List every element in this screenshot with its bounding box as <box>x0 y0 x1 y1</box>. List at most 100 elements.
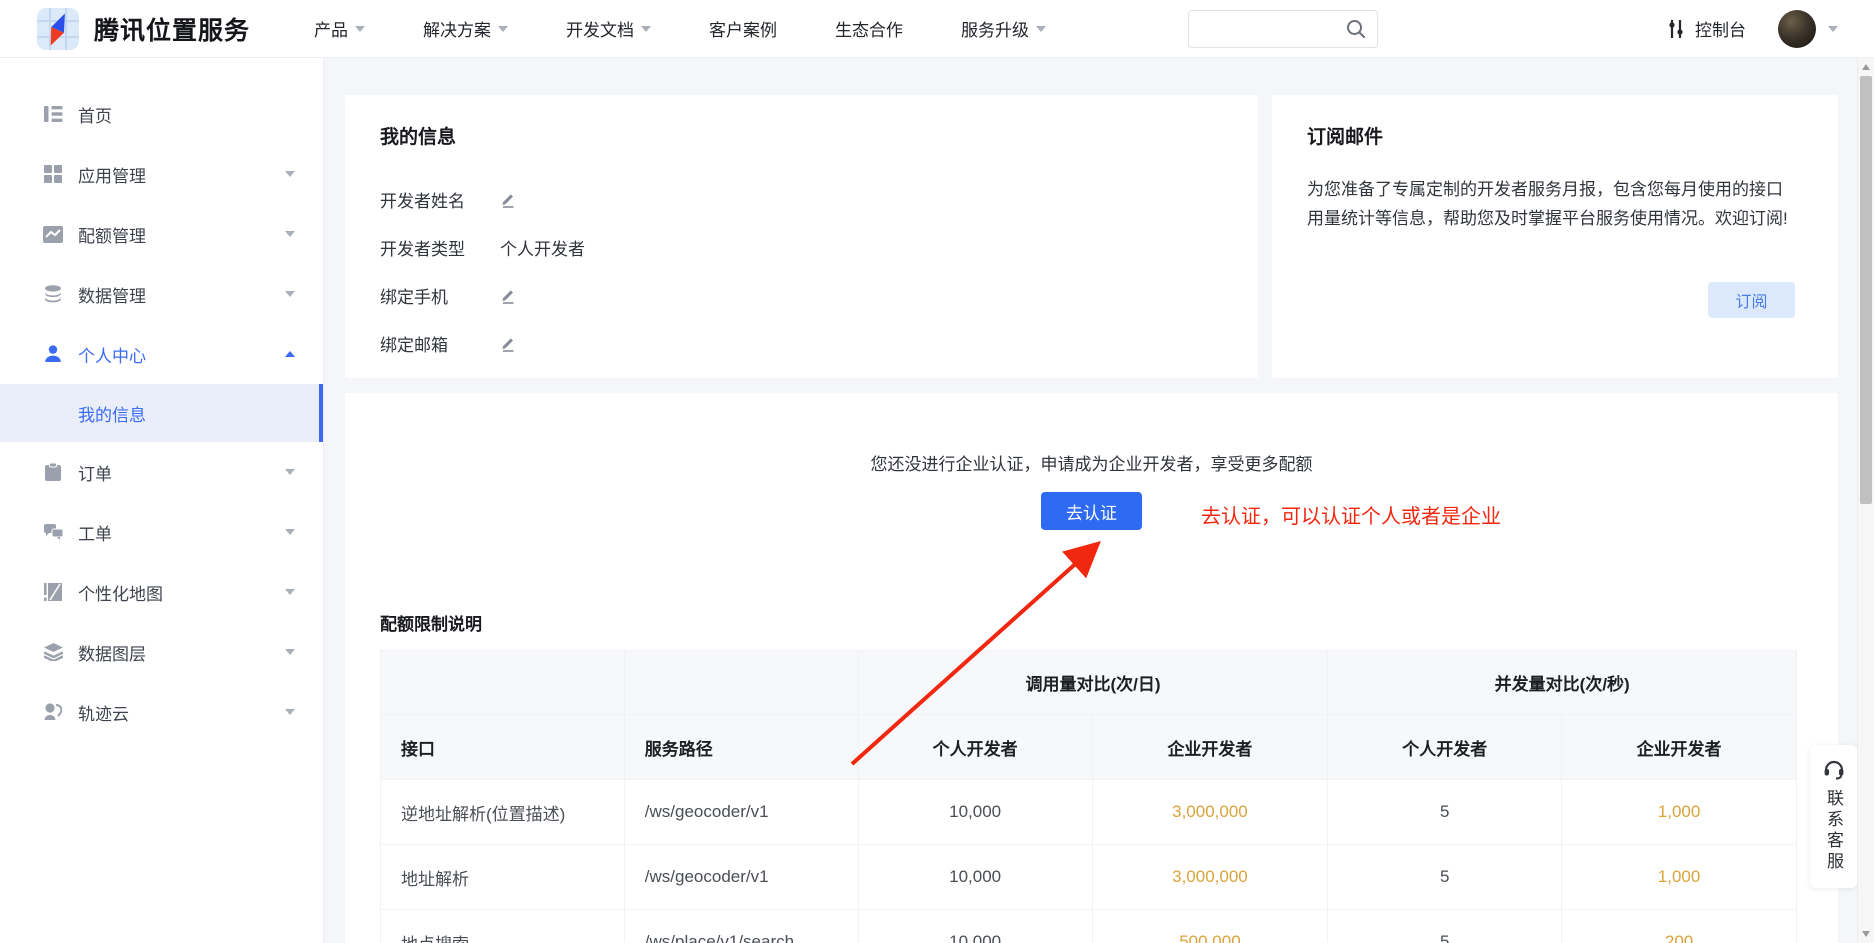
sidebar-item-quota-management[interactable]: 配额管理 <box>0 204 323 264</box>
chevron-down-icon <box>285 529 295 535</box>
compass-logo-icon <box>36 7 80 51</box>
sidebar-item-personal-center[interactable]: 个人中心 <box>0 324 323 384</box>
edit-pencil-icon[interactable] <box>500 335 517 352</box>
sidebar-item-custom-map[interactable]: 个性化地图 <box>0 562 323 622</box>
empty-header-cell <box>381 651 625 715</box>
group-header-calls: 调用量对比(次/日) <box>858 651 1328 715</box>
nav-item-label: 开发文档 <box>566 16 634 41</box>
table-column-header-row: 接口 服务路径 个人开发者 企业开发者 个人开发者 企业开发者 <box>381 715 1797 780</box>
main-content: 我的信息 开发者姓名 开发者类型 个人开发者 绑定手机 <box>324 58 1857 943</box>
console-label: 控制台 <box>1695 16 1746 41</box>
search-input[interactable] <box>1188 10 1378 48</box>
sidebar-item-label: 个性化地图 <box>78 580 285 605</box>
nav-item-cases[interactable]: 客户案例 <box>709 16 777 41</box>
profile-row-bound-phone: 绑定手机 <box>380 271 1223 319</box>
sidebar-item-tickets[interactable]: 工单 <box>0 502 323 562</box>
sidebar-item-data-management[interactable]: 数据管理 <box>0 264 323 324</box>
certification-quota-card: 您还没进行企业认证，申请成为企业开发者，享受更多配额 去认证 去认证，可以认证个… <box>345 393 1838 943</box>
contact-support-widget[interactable]: 联系客服 <box>1810 745 1857 888</box>
cell-personal-calls: 10,000 <box>858 845 1092 910</box>
avatar-chevron-down-icon[interactable] <box>1828 26 1838 32</box>
edit-pencil-icon[interactable] <box>500 191 517 208</box>
chevron-down-icon <box>285 589 295 595</box>
chevron-down-icon <box>285 709 295 715</box>
user-icon <box>43 344 63 364</box>
edit-pencil-icon[interactable] <box>500 287 517 304</box>
cell-enterprise-calls: 3,000,000 <box>1092 780 1328 845</box>
cell-interface: 地点搜索 <box>381 910 625 943</box>
sidebar-item-label: 首页 <box>78 102 295 127</box>
chevron-down-icon <box>285 649 295 655</box>
chevron-down-icon <box>285 171 295 177</box>
table-row: 地址解析 /ws/geocoder/v1 10,000 3,000,000 5 … <box>381 845 1797 910</box>
field-value: 个人开发者 <box>500 235 585 260</box>
chart-icon <box>43 224 63 244</box>
sidebar-item-data-layers[interactable]: 数据图层 <box>0 622 323 682</box>
subscribe-button[interactable]: 订阅 <box>1708 282 1795 318</box>
sidebar: 首页 应用管理 配额管理 数据管理 个人中心 我的信息 订 <box>0 58 324 943</box>
sidebar-item-track-cloud[interactable]: 轨迹云 <box>0 682 323 742</box>
cell-enterprise-concurrency: 1,000 <box>1562 780 1797 845</box>
cell-personal-concurrency: 5 <box>1328 910 1562 943</box>
col-header-enterprise-dev: 企业开发者 <box>1092 715 1328 780</box>
layers-icon <box>43 642 63 662</box>
scrollbar-thumb[interactable] <box>1860 76 1872 504</box>
nav-item-products[interactable]: 产品 <box>314 16 365 41</box>
col-header-enterprise-dev: 企业开发者 <box>1562 715 1797 780</box>
vertical-scrollbar[interactable] <box>1857 58 1874 943</box>
cell-personal-calls: 10,000 <box>858 780 1092 845</box>
sidebar-item-label: 订单 <box>78 460 285 485</box>
map-icon <box>43 582 63 602</box>
sliders-icon <box>1666 18 1686 40</box>
chevron-down-icon <box>1036 26 1046 32</box>
scrollbar-up-arrow[interactable] <box>1862 64 1870 70</box>
col-header-interface: 接口 <box>381 715 625 780</box>
chevron-down-icon <box>498 26 508 32</box>
user-avatar[interactable] <box>1778 10 1816 48</box>
field-label: 开发者类型 <box>380 235 500 260</box>
profile-row-developer-type: 开发者类型 个人开发者 <box>380 223 1223 271</box>
sidebar-item-label: 个人中心 <box>78 342 285 367</box>
chevron-down-icon <box>641 26 651 32</box>
subscribe-card-title: 订阅邮件 <box>1307 122 1803 149</box>
field-label: 绑定手机 <box>380 283 500 308</box>
sidebar-item-orders[interactable]: 订单 <box>0 442 323 502</box>
support-label: 联系客服 <box>1821 789 1846 873</box>
go-certify-button[interactable]: 去认证 <box>1041 492 1142 530</box>
cell-enterprise-calls: 500,000 <box>1092 910 1328 943</box>
cell-service-path: /ws/geocoder/v1 <box>624 845 858 910</box>
nav-item-label: 客户案例 <box>709 16 777 41</box>
cell-service-path: /ws/place/v1/search <box>624 910 858 943</box>
brand[interactable]: 腾讯位置服务 <box>36 7 250 51</box>
search-icon <box>1345 18 1367 40</box>
nav-item-docs[interactable]: 开发文档 <box>566 16 651 41</box>
sidebar-item-app-management[interactable]: 应用管理 <box>0 144 323 204</box>
grid-icon <box>43 164 63 184</box>
nav-item-upgrade[interactable]: 服务升级 <box>961 16 1046 41</box>
group-header-concurrency: 并发量对比(次/秒) <box>1328 651 1797 715</box>
sidebar-item-home[interactable]: 首页 <box>0 84 323 144</box>
home-list-icon <box>43 104 63 124</box>
table-row: 地点搜索 /ws/place/v1/search 10,000 500,000 … <box>381 910 1797 943</box>
profile-row-bound-email: 绑定邮箱 <box>380 319 1223 367</box>
table-group-header-row: 调用量对比(次/日) 并发量对比(次/秒) <box>381 651 1797 715</box>
sidebar-item-label: 数据管理 <box>78 282 285 307</box>
chevron-down-icon <box>355 26 365 32</box>
quota-table: 调用量对比(次/日) 并发量对比(次/秒) 接口 服务路径 个人开发者 企业开发… <box>380 650 1797 943</box>
sidebar-subitem-my-info[interactable]: 我的信息 <box>0 384 323 442</box>
sidebar-item-label: 数据图层 <box>78 640 285 665</box>
sidebar-item-label: 工单 <box>78 520 285 545</box>
cell-enterprise-concurrency: 200 <box>1562 910 1797 943</box>
chevron-down-icon <box>285 291 295 297</box>
track-pin-icon <box>43 702 63 722</box>
console-link[interactable]: 控制台 <box>1666 16 1746 41</box>
cell-personal-calls: 10,000 <box>858 910 1092 943</box>
subscribe-description: 为您准备了专属定制的开发者服务月报，包含您每月使用的接口用量统计等信息，帮助您及… <box>1307 176 1799 233</box>
cell-enterprise-concurrency: 1,000 <box>1562 845 1797 910</box>
nav-item-ecosystem[interactable]: 生态合作 <box>835 16 903 41</box>
chat-bubbles-icon <box>43 522 63 542</box>
sidebar-item-label: 应用管理 <box>78 162 285 187</box>
scrollbar-down-arrow[interactable] <box>1862 931 1870 937</box>
chevron-up-icon <box>285 351 295 357</box>
nav-item-solutions[interactable]: 解决方案 <box>423 16 508 41</box>
